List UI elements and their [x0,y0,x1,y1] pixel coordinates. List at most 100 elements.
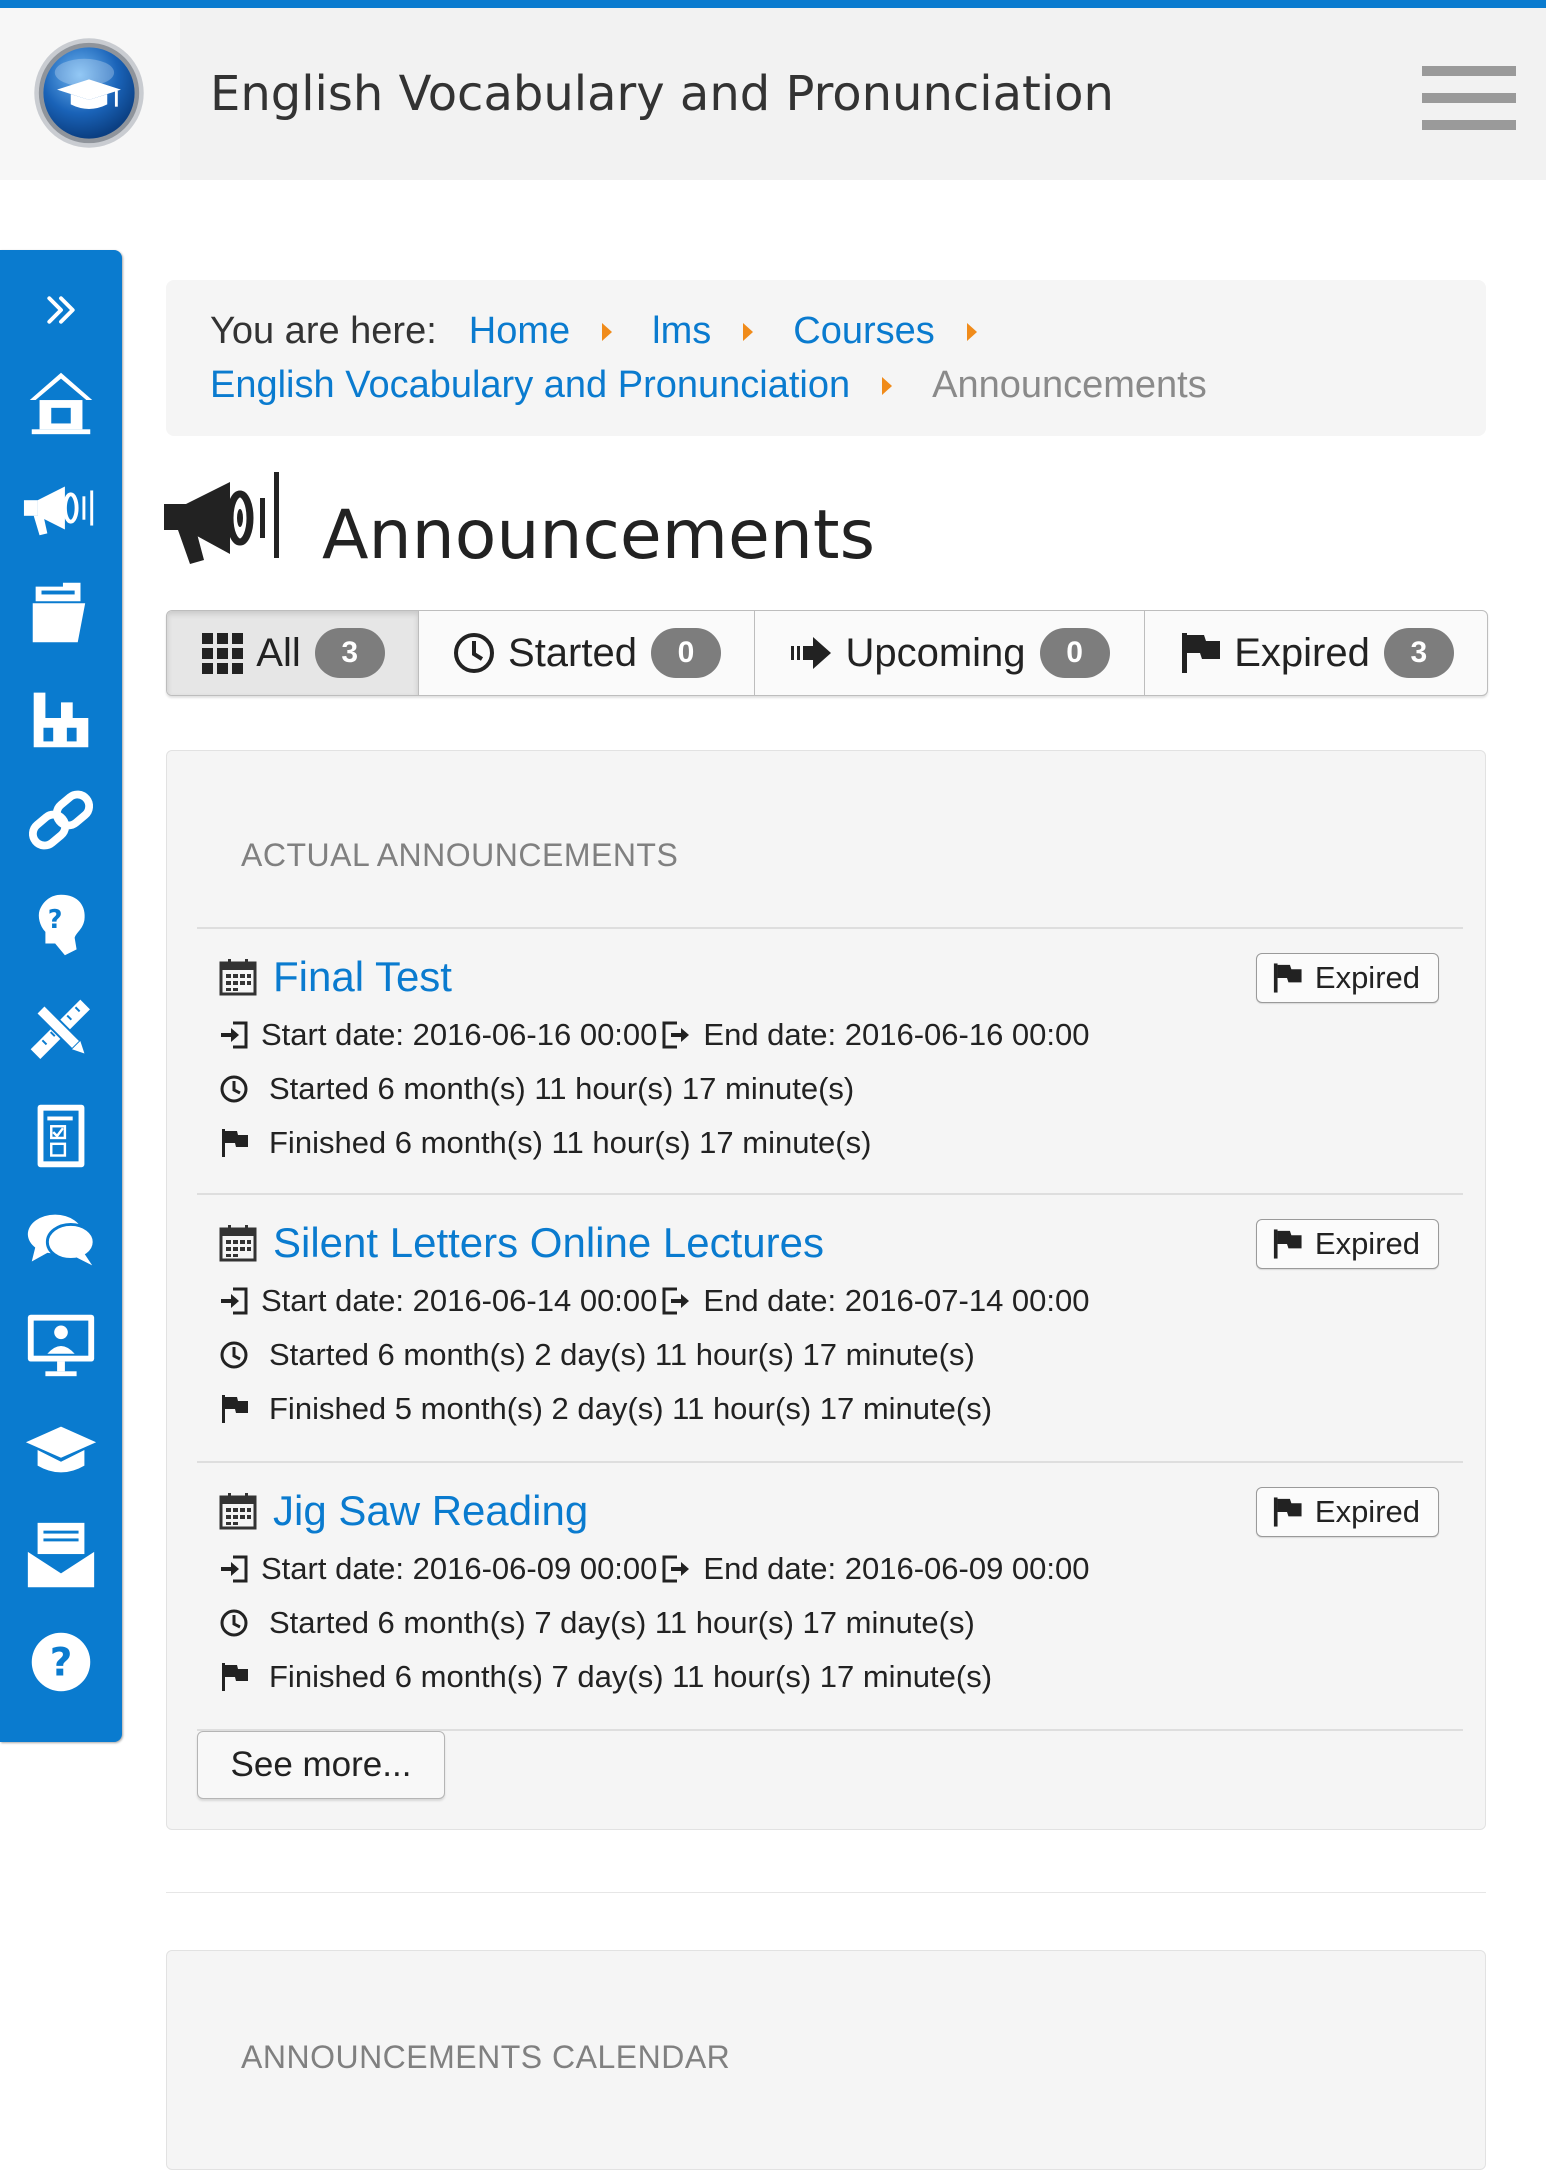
flag-icon [222,1395,248,1423]
started-text: Started 6 month(s) 7 day(s) 11 hour(s) 1… [269,1605,975,1640]
sidebar-item-learning-path[interactable] [14,678,108,758]
see-more-button[interactable]: See more... [197,1731,445,1799]
started-info: Started 6 month(s) 7 day(s) 11 hour(s) 1… [219,1605,975,1641]
announcement-filter-tabs: All 3 Started 0 Upcoming 0 Expired 3 [166,610,1488,696]
finished-text: Finished 6 month(s) 11 hour(s) 17 minute… [269,1125,872,1160]
link-icon [28,790,94,850]
pencil-ruler-icon [30,999,90,1059]
announcement-title-link[interactable]: Final Test [273,953,452,1001]
flag-icon [222,1663,248,1691]
tab-label: Upcoming [845,630,1026,675]
megaphone-icon [164,472,279,564]
announcements-calendar-panel: ANNOUNCEMENTS CALENDAR [166,1950,1486,2170]
calendar-icon [219,1225,257,1262]
tab-expired[interactable]: Expired 3 [1145,611,1487,695]
end-date: End date: 2016-06-16 00:00 [703,1017,1090,1052]
sidebar-item-faq[interactable]: ? [14,886,108,966]
app-header: English Vocabulary and Pronunciation [0,8,1546,180]
sidebar-item-links[interactable] [14,780,108,860]
flag-icon [222,1129,248,1157]
panel-heading: ANNOUNCEMENTS CALENDAR [241,2039,731,2075]
megaphone-icon [23,486,94,536]
checklist-icon [37,1104,85,1168]
home-icon [29,372,93,435]
help-icon: ? [31,1632,91,1692]
sidebar-item-conference[interactable] [14,1304,108,1384]
sidebar-item-assignments[interactable] [14,990,108,1070]
sidebar-item-help[interactable]: ? [14,1622,108,1702]
end-date: End date: 2016-06-09 00:00 [703,1551,1090,1586]
sidebar-expand-button[interactable] [14,270,108,350]
graduation-logo-icon[interactable] [32,36,146,150]
end-date: End date: 2016-07-14 00:00 [703,1283,1090,1318]
started-info: Started 6 month(s) 2 day(s) 11 hour(s) 1… [219,1337,975,1373]
sidebar-item-messages[interactable] [14,1516,108,1596]
breadcrumb-link-course[interactable]: English Vocabulary and Pronunciation [210,364,850,407]
hamburger-menu-icon[interactable] [1422,66,1516,138]
finished-text: Finished 6 month(s) 7 day(s) 11 hour(s) … [269,1659,993,1694]
presentation-monitor-icon [27,1314,95,1377]
tab-label: Expired [1234,630,1370,675]
double-chevron-right-icon [47,296,75,324]
date-range: Start date: 2016-06-14 00:00 End date: 2… [219,1283,1090,1319]
started-text: Started 6 month(s) 2 day(s) 11 hour(s) 1… [269,1337,975,1372]
breadcrumb-separator-icon [966,322,977,341]
status-badge: Expired [1255,953,1439,1003]
chat-bubbles-icon [27,1214,96,1266]
status-badge: Expired [1255,1219,1439,1269]
sidebar-item-courses[interactable] [14,1410,108,1490]
arrow-right-icon [791,637,832,669]
app-title: English Vocabulary and Pronunciation [210,66,1114,122]
status-label: Expired [1314,1494,1420,1529]
breadcrumb-label: You are here: [210,310,437,352]
sign-out-icon [662,1021,690,1049]
clock-icon [454,633,495,673]
top-accent-bar [0,0,1546,8]
flag-icon [1273,1229,1302,1259]
status-label: Expired [1314,1226,1420,1261]
sidebar-item-home[interactable] [14,362,108,442]
start-date: Start date: 2016-06-09 00:00 [261,1551,658,1586]
count-badge: 3 [1383,628,1454,678]
breadcrumb-separator-icon [743,322,754,341]
count-badge: 0 [650,628,721,678]
clock-icon [220,1075,248,1103]
tab-started[interactable]: Started 0 [419,611,755,695]
start-date: Start date: 2016-06-16 00:00 [261,1017,658,1052]
flag-icon [1273,1497,1302,1527]
calendar-icon [219,959,257,996]
status-badge: Expired [1255,1487,1439,1537]
sidebar-item-documents[interactable] [14,572,108,652]
finished-info: Finished 6 month(s) 11 hour(s) 17 minute… [219,1125,871,1161]
tab-upcoming[interactable]: Upcoming 0 [755,611,1145,695]
finished-text: Finished 5 month(s) 2 day(s) 11 hour(s) … [269,1391,993,1426]
announcement-title-link[interactable]: Jig Saw Reading [273,1487,588,1535]
tab-all[interactable]: All 3 [167,611,419,695]
finished-info: Finished 5 month(s) 2 day(s) 11 hour(s) … [219,1391,992,1427]
started-text: Started 6 month(s) 11 hour(s) 17 minute(… [269,1071,855,1106]
logo-cell [0,8,180,180]
actual-announcements-panel: ACTUAL ANNOUNCEMENTS Final Test Expired … [166,750,1486,1830]
breadcrumb-link-lms[interactable]: lms [652,310,711,353]
sidebar-item-announcements[interactable] [14,468,108,548]
date-range: Start date: 2016-06-16 00:00 End date: 2… [219,1017,1090,1053]
svg-text:?: ? [48,904,63,934]
start-date: Start date: 2016-06-14 00:00 [261,1283,658,1318]
breadcrumb-separator-icon [882,376,893,395]
clock-icon [220,1341,248,1369]
announcement-item: Final Test Expired Start date: 2016-06-1… [197,927,1463,1195]
date-range: Start date: 2016-06-09 00:00 End date: 2… [219,1551,1090,1587]
sitemap-icon [33,692,89,748]
question-head-icon: ? [38,894,85,956]
announcement-title-link[interactable]: Silent Letters Online Lectures [273,1219,824,1267]
sign-in-icon [221,1555,248,1583]
sidebar-item-forums[interactable] [14,1200,108,1280]
sidebar-item-tests[interactable] [14,1096,108,1176]
breadcrumb-link-home[interactable]: Home [469,310,570,353]
announcement-item: Jig Saw Reading Expired Start date: 2016… [197,1461,1463,1731]
status-label: Expired [1314,960,1420,995]
grid-icon [202,633,244,674]
breadcrumb-link-courses[interactable]: Courses [793,310,935,353]
sidebar: ? ? [0,250,122,1742]
page-title: Announcements [322,496,875,575]
